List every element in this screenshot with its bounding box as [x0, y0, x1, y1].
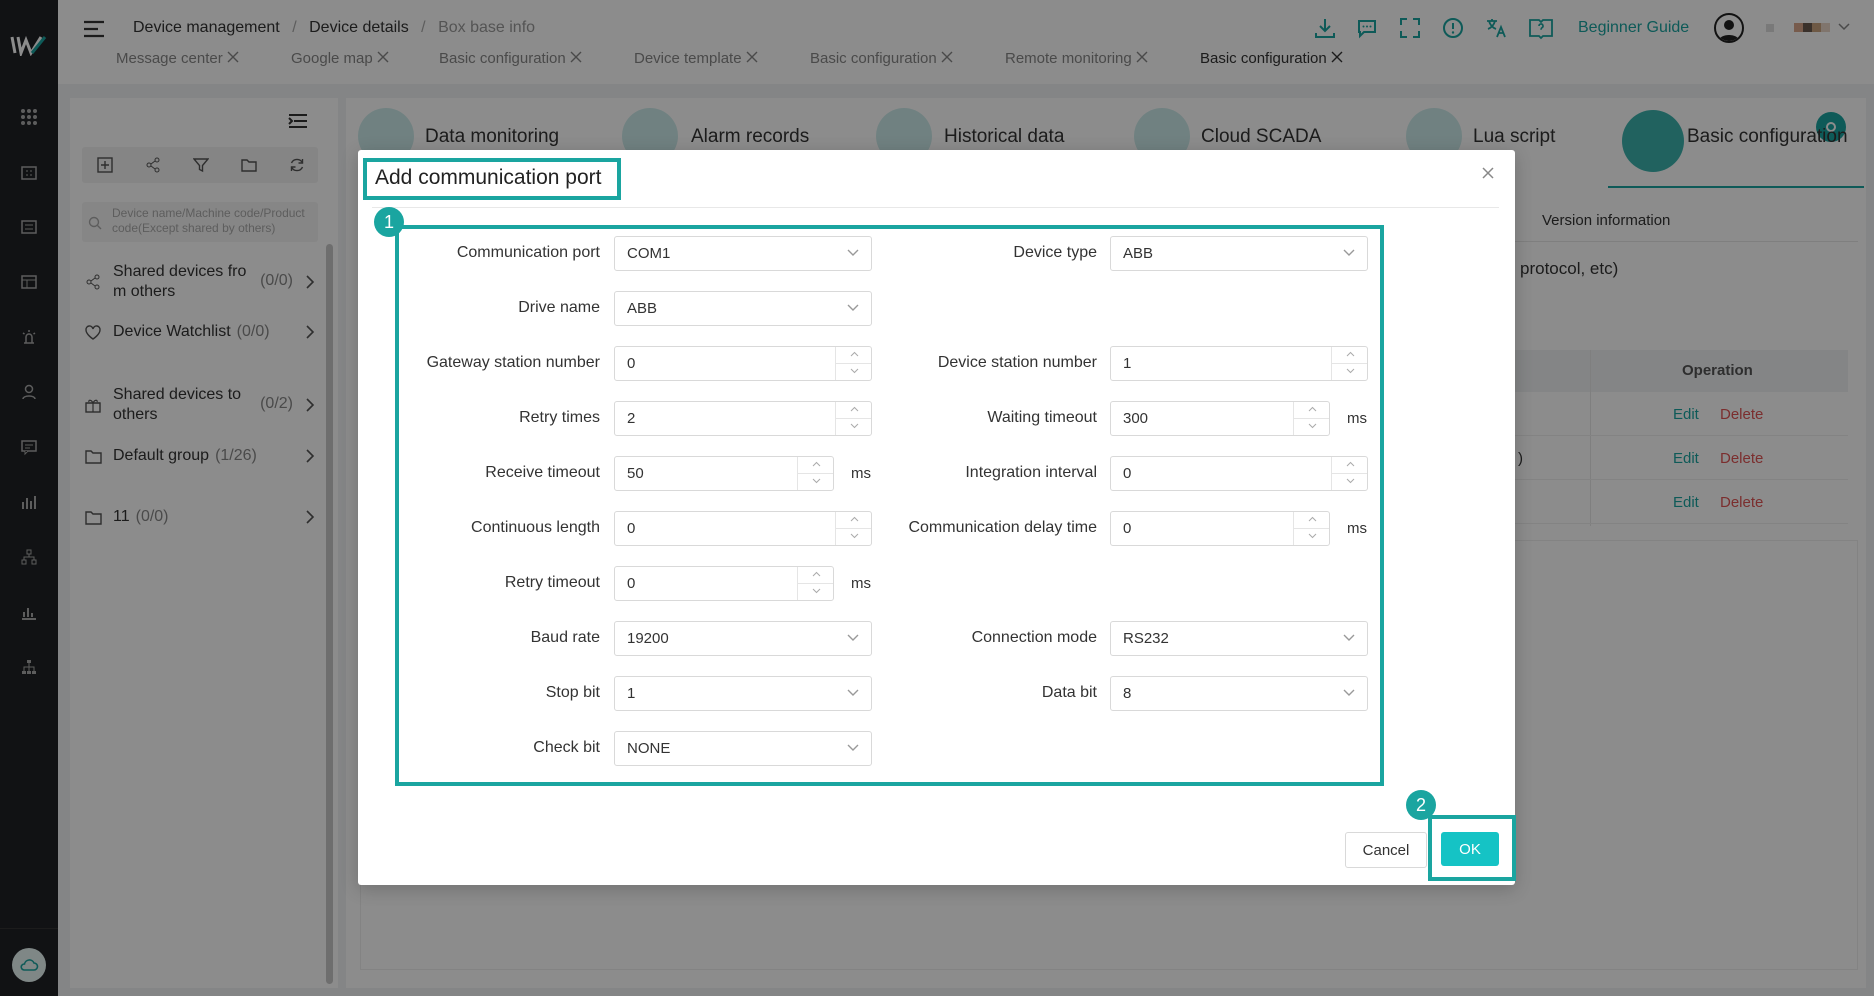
label-baud-rate: Baud rate — [530, 629, 600, 646]
label-communication-port: Communication port — [456, 244, 600, 261]
number-stepper[interactable] — [1331, 347, 1367, 380]
label-waiting-timeout: Waiting timeout — [987, 409, 1097, 426]
label-device-type: Device type — [1013, 244, 1097, 261]
select-data-bit[interactable]: 8 — [1110, 676, 1368, 711]
dialog-header-divider — [372, 207, 1499, 208]
unit-retry-timeout: ms — [851, 575, 871, 592]
chevron-down-icon — [1343, 249, 1355, 257]
label-stop-bit: Stop bit — [545, 684, 600, 701]
number-stepper[interactable] — [797, 567, 833, 600]
select-connection-mode[interactable]: RS232 — [1110, 621, 1368, 656]
input-waiting-timeout[interactable]: 300 — [1110, 401, 1330, 436]
chevron-down-icon — [847, 249, 859, 257]
label-gateway-station-number: Gateway station number — [426, 354, 600, 371]
number-stepper[interactable] — [1331, 457, 1367, 490]
select-stop-bit[interactable]: 1 — [614, 676, 872, 711]
input-integration-interval[interactable]: 0 — [1110, 456, 1368, 491]
number-stepper[interactable] — [1293, 402, 1329, 435]
chevron-up-icon[interactable] — [812, 461, 821, 467]
chevron-down-icon[interactable] — [1308, 533, 1317, 539]
label-data-bit: Data bit — [1041, 684, 1097, 701]
input-receive-timeout[interactable]: 50 — [614, 456, 834, 491]
chevron-up-icon[interactable] — [1308, 406, 1317, 412]
chevron-down-icon — [847, 744, 859, 752]
select-device-type[interactable]: ABB — [1110, 236, 1368, 271]
label-check-bit: Check bit — [533, 739, 600, 756]
label-retry-times: Retry times — [519, 409, 600, 426]
chevron-up-icon[interactable] — [850, 406, 859, 412]
chevron-down-icon — [847, 304, 859, 312]
input-retry-timeout[interactable]: 0 — [614, 566, 834, 601]
number-stepper[interactable] — [835, 512, 871, 545]
select-baud-rate[interactable]: 19200 — [614, 621, 872, 656]
cancel-button[interactable]: Cancel — [1345, 832, 1427, 868]
ok-button[interactable]: OK — [1441, 832, 1499, 866]
number-stepper[interactable] — [835, 347, 871, 380]
chevron-up-icon[interactable] — [1346, 461, 1355, 467]
chevron-down-icon — [1343, 689, 1355, 697]
number-stepper[interactable] — [835, 402, 871, 435]
chevron-down-icon[interactable] — [1346, 368, 1355, 374]
chevron-up-icon[interactable] — [850, 351, 859, 357]
chevron-up-icon[interactable] — [1346, 351, 1355, 357]
chevron-down-icon[interactable] — [812, 588, 821, 594]
chevron-up-icon[interactable] — [850, 516, 859, 522]
input-retry-times[interactable]: 2 — [614, 401, 872, 436]
unit-waiting-timeout: ms — [1347, 410, 1367, 427]
chevron-up-icon[interactable] — [1308, 516, 1317, 522]
chevron-down-icon — [1343, 634, 1355, 642]
label-drive-name: Drive name — [518, 299, 600, 316]
label-communication-delay-time: Communication delay time — [908, 519, 1097, 536]
step-badge-2: 2 — [1406, 790, 1436, 820]
label-retry-timeout: Retry timeout — [504, 574, 600, 591]
label-continuous-length: Continuous length — [471, 519, 600, 536]
select-check-bit[interactable]: NONE — [614, 731, 872, 766]
input-continuous-length[interactable]: 0 — [614, 511, 872, 546]
unit-communication-delay-time: ms — [1347, 520, 1367, 537]
label-connection-mode: Connection mode — [971, 629, 1097, 646]
label-receive-timeout: Receive timeout — [485, 464, 600, 481]
input-device-station-number[interactable]: 1 — [1110, 346, 1368, 381]
label-device-station-number: Device station number — [937, 354, 1097, 371]
chevron-down-icon[interactable] — [1308, 423, 1317, 429]
close-icon[interactable] — [1482, 167, 1494, 179]
step-badge-1: 1 — [374, 207, 404, 237]
dialog-title: Add communication port — [375, 166, 602, 189]
select-drive-name[interactable]: ABB — [614, 291, 872, 326]
label-integration-interval: Integration interval — [965, 464, 1097, 481]
chevron-down-icon[interactable] — [850, 423, 859, 429]
input-communication-delay-time[interactable]: 0 — [1110, 511, 1330, 546]
select-communication-port[interactable]: COM1 — [614, 236, 872, 271]
chevron-up-icon[interactable] — [812, 571, 821, 577]
chevron-down-icon[interactable] — [850, 533, 859, 539]
chevron-down-icon[interactable] — [850, 368, 859, 374]
chevron-down-icon — [847, 689, 859, 697]
chevron-down-icon[interactable] — [812, 478, 821, 484]
number-stepper[interactable] — [797, 457, 833, 490]
chevron-down-icon — [847, 634, 859, 642]
number-stepper[interactable] — [1293, 512, 1329, 545]
unit-receive-timeout: ms — [851, 465, 871, 482]
input-gateway-station-number[interactable]: 0 — [614, 346, 872, 381]
chevron-down-icon[interactable] — [1346, 478, 1355, 484]
